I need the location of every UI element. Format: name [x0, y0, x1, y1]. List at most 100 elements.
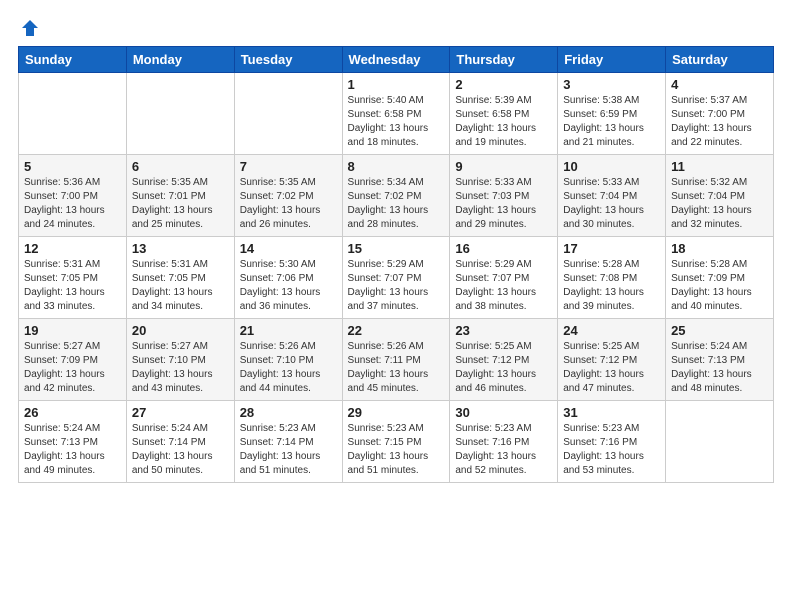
day-number: 8: [348, 159, 445, 174]
calendar-week-row: 1 Sunrise: 5:40 AM Sunset: 6:58 PM Daylig…: [19, 73, 774, 155]
day-info: Sunrise: 5:29 AM Sunset: 7:07 PM Dayligh…: [348, 258, 445, 314]
calendar-page: SundayMondayTuesdayWednesdayThursdayFrid…: [0, 0, 792, 612]
calendar-cell: 12 Sunrise: 5:31 AM Sunset: 7:05 PM Dayli…: [19, 237, 127, 319]
calendar-cell: 1 Sunrise: 5:40 AM Sunset: 6:58 PM Daylig…: [342, 73, 450, 155]
calendar-cell: 4 Sunrise: 5:37 AM Sunset: 7:00 PM Daylig…: [666, 73, 774, 155]
calendar-week-row: 12 Sunrise: 5:31 AM Sunset: 7:05 PM Dayli…: [19, 237, 774, 319]
day-info: Sunrise: 5:39 AM Sunset: 6:58 PM Dayligh…: [455, 94, 552, 150]
day-info: Sunrise: 5:31 AM Sunset: 7:05 PM Dayligh…: [24, 258, 121, 314]
day-number: 23: [455, 323, 552, 338]
calendar-cell: 24Sunrise: 5:25 AM Sunset: 7:12 PM Dayli…: [558, 319, 666, 401]
day-info: Sunrise: 5:27 AM Sunset: 7:10 PM Dayligh…: [132, 340, 229, 396]
weekday-header: Monday: [126, 47, 234, 73]
calendar-cell: 13 Sunrise: 5:31 AM Sunset: 7:05 PM Dayli…: [126, 237, 234, 319]
day-info: Sunrise: 5:23 AM Sunset: 7:16 PM Dayligh…: [455, 422, 552, 478]
day-info: Sunrise: 5:23 AM Sunset: 7:16 PM Dayligh…: [563, 422, 660, 478]
weekday-header: Sunday: [19, 47, 127, 73]
calendar-cell: 30 Sunrise: 5:23 AM Sunset: 7:16 PM Dayli…: [450, 401, 558, 483]
day-number: 20: [132, 323, 229, 338]
day-number: 28: [240, 405, 337, 420]
calendar-cell: 8 Sunrise: 5:34 AM Sunset: 7:02 PM Daylig…: [342, 155, 450, 237]
calendar-cell: 28 Sunrise: 5:23 AM Sunset: 7:14 PM Dayli…: [234, 401, 342, 483]
calendar-cell: 10 Sunrise: 5:33 AM Sunset: 7:04 PM Dayli…: [558, 155, 666, 237]
day-info: Sunrise: 5:33 AM Sunset: 7:04 PM Dayligh…: [563, 176, 660, 232]
calendar-cell: 18 Sunrise: 5:28 AM Sunset: 7:09 PM Dayli…: [666, 237, 774, 319]
day-number: 12: [24, 241, 121, 256]
day-number: 6: [132, 159, 229, 174]
day-info: Sunrise: 5:26 AM Sunset: 7:10 PM Dayligh…: [240, 340, 337, 396]
day-info: Sunrise: 5:36 AM Sunset: 7:00 PM Dayligh…: [24, 176, 121, 232]
day-number: 11: [671, 159, 768, 174]
calendar-cell: 11 Sunrise: 5:32 AM Sunset: 7:04 PM Dayli…: [666, 155, 774, 237]
calendar-week-row: 19 Sunrise: 5:27 AM Sunset: 7:09 PM Dayli…: [19, 319, 774, 401]
day-info: Sunrise: 5:37 AM Sunset: 7:00 PM Dayligh…: [671, 94, 768, 150]
logo: [18, 18, 40, 38]
day-number: 25: [671, 323, 768, 338]
day-number: 10: [563, 159, 660, 174]
day-number: 4: [671, 77, 768, 92]
calendar-cell: [126, 73, 234, 155]
calendar-cell: 3Sunrise: 5:38 AM Sunset: 6:59 PM Daylig…: [558, 73, 666, 155]
calendar-cell: 26 Sunrise: 5:24 AM Sunset: 7:13 PM Dayli…: [19, 401, 127, 483]
calendar-cell: 16 Sunrise: 5:29 AM Sunset: 7:07 PM Dayli…: [450, 237, 558, 319]
day-number: 1: [348, 77, 445, 92]
calendar-cell: [666, 401, 774, 483]
calendar-cell: 23 Sunrise: 5:25 AM Sunset: 7:12 PM Dayli…: [450, 319, 558, 401]
calendar-cell: 5Sunrise: 5:36 AM Sunset: 7:00 PM Daylig…: [19, 155, 127, 237]
day-info: Sunrise: 5:24 AM Sunset: 7:13 PM Dayligh…: [671, 340, 768, 396]
day-info: Sunrise: 5:30 AM Sunset: 7:06 PM Dayligh…: [240, 258, 337, 314]
calendar-cell: 14 Sunrise: 5:30 AM Sunset: 7:06 PM Dayli…: [234, 237, 342, 319]
calendar-cell: 2 Sunrise: 5:39 AM Sunset: 6:58 PM Daylig…: [450, 73, 558, 155]
logo-icon: [20, 18, 40, 38]
day-number: 9: [455, 159, 552, 174]
day-number: 14: [240, 241, 337, 256]
day-number: 19: [24, 323, 121, 338]
day-number: 30: [455, 405, 552, 420]
day-number: 16: [455, 241, 552, 256]
day-info: Sunrise: 5:29 AM Sunset: 7:07 PM Dayligh…: [455, 258, 552, 314]
day-info: Sunrise: 5:24 AM Sunset: 7:14 PM Dayligh…: [132, 422, 229, 478]
calendar-cell: 7Sunrise: 5:35 AM Sunset: 7:02 PM Daylig…: [234, 155, 342, 237]
day-info: Sunrise: 5:40 AM Sunset: 6:58 PM Dayligh…: [348, 94, 445, 150]
calendar-cell: [234, 73, 342, 155]
day-info: Sunrise: 5:27 AM Sunset: 7:09 PM Dayligh…: [24, 340, 121, 396]
day-number: 26: [24, 405, 121, 420]
calendar-cell: 25 Sunrise: 5:24 AM Sunset: 7:13 PM Dayli…: [666, 319, 774, 401]
day-info: Sunrise: 5:26 AM Sunset: 7:11 PM Dayligh…: [348, 340, 445, 396]
day-info: Sunrise: 5:25 AM Sunset: 7:12 PM Dayligh…: [455, 340, 552, 396]
calendar-cell: 6 Sunrise: 5:35 AM Sunset: 7:01 PM Daylig…: [126, 155, 234, 237]
weekday-header: Saturday: [666, 47, 774, 73]
day-number: 27: [132, 405, 229, 420]
day-info: Sunrise: 5:28 AM Sunset: 7:08 PM Dayligh…: [563, 258, 660, 314]
weekday-header: Wednesday: [342, 47, 450, 73]
day-info: Sunrise: 5:25 AM Sunset: 7:12 PM Dayligh…: [563, 340, 660, 396]
calendar-cell: 19 Sunrise: 5:27 AM Sunset: 7:09 PM Dayli…: [19, 319, 127, 401]
day-number: 29: [348, 405, 445, 420]
day-info: Sunrise: 5:35 AM Sunset: 7:02 PM Dayligh…: [240, 176, 337, 232]
day-info: Sunrise: 5:34 AM Sunset: 7:02 PM Dayligh…: [348, 176, 445, 232]
day-info: Sunrise: 5:31 AM Sunset: 7:05 PM Dayligh…: [132, 258, 229, 314]
day-info: Sunrise: 5:38 AM Sunset: 6:59 PM Dayligh…: [563, 94, 660, 150]
day-number: 21: [240, 323, 337, 338]
calendar-cell: 20 Sunrise: 5:27 AM Sunset: 7:10 PM Dayli…: [126, 319, 234, 401]
calendar-cell: 29Sunrise: 5:23 AM Sunset: 7:15 PM Dayli…: [342, 401, 450, 483]
day-info: Sunrise: 5:28 AM Sunset: 7:09 PM Dayligh…: [671, 258, 768, 314]
calendar-cell: 9Sunrise: 5:33 AM Sunset: 7:03 PM Daylig…: [450, 155, 558, 237]
weekday-header: Tuesday: [234, 47, 342, 73]
day-number: 18: [671, 241, 768, 256]
day-number: 13: [132, 241, 229, 256]
calendar-cell: 27 Sunrise: 5:24 AM Sunset: 7:14 PM Dayli…: [126, 401, 234, 483]
day-info: Sunrise: 5:24 AM Sunset: 7:13 PM Dayligh…: [24, 422, 121, 478]
calendar-cell: 15 Sunrise: 5:29 AM Sunset: 7:07 PM Dayli…: [342, 237, 450, 319]
calendar-table: SundayMondayTuesdayWednesdayThursdayFrid…: [18, 46, 774, 483]
day-info: Sunrise: 5:23 AM Sunset: 7:14 PM Dayligh…: [240, 422, 337, 478]
calendar-cell: 21 Sunrise: 5:26 AM Sunset: 7:10 PM Dayli…: [234, 319, 342, 401]
day-number: 17: [563, 241, 660, 256]
day-number: 15: [348, 241, 445, 256]
calendar-cell: 22Sunrise: 5:26 AM Sunset: 7:11 PM Dayli…: [342, 319, 450, 401]
day-info: Sunrise: 5:35 AM Sunset: 7:01 PM Dayligh…: [132, 176, 229, 232]
weekday-header: Thursday: [450, 47, 558, 73]
calendar-cell: [19, 73, 127, 155]
day-number: 2: [455, 77, 552, 92]
day-info: Sunrise: 5:32 AM Sunset: 7:04 PM Dayligh…: [671, 176, 768, 232]
